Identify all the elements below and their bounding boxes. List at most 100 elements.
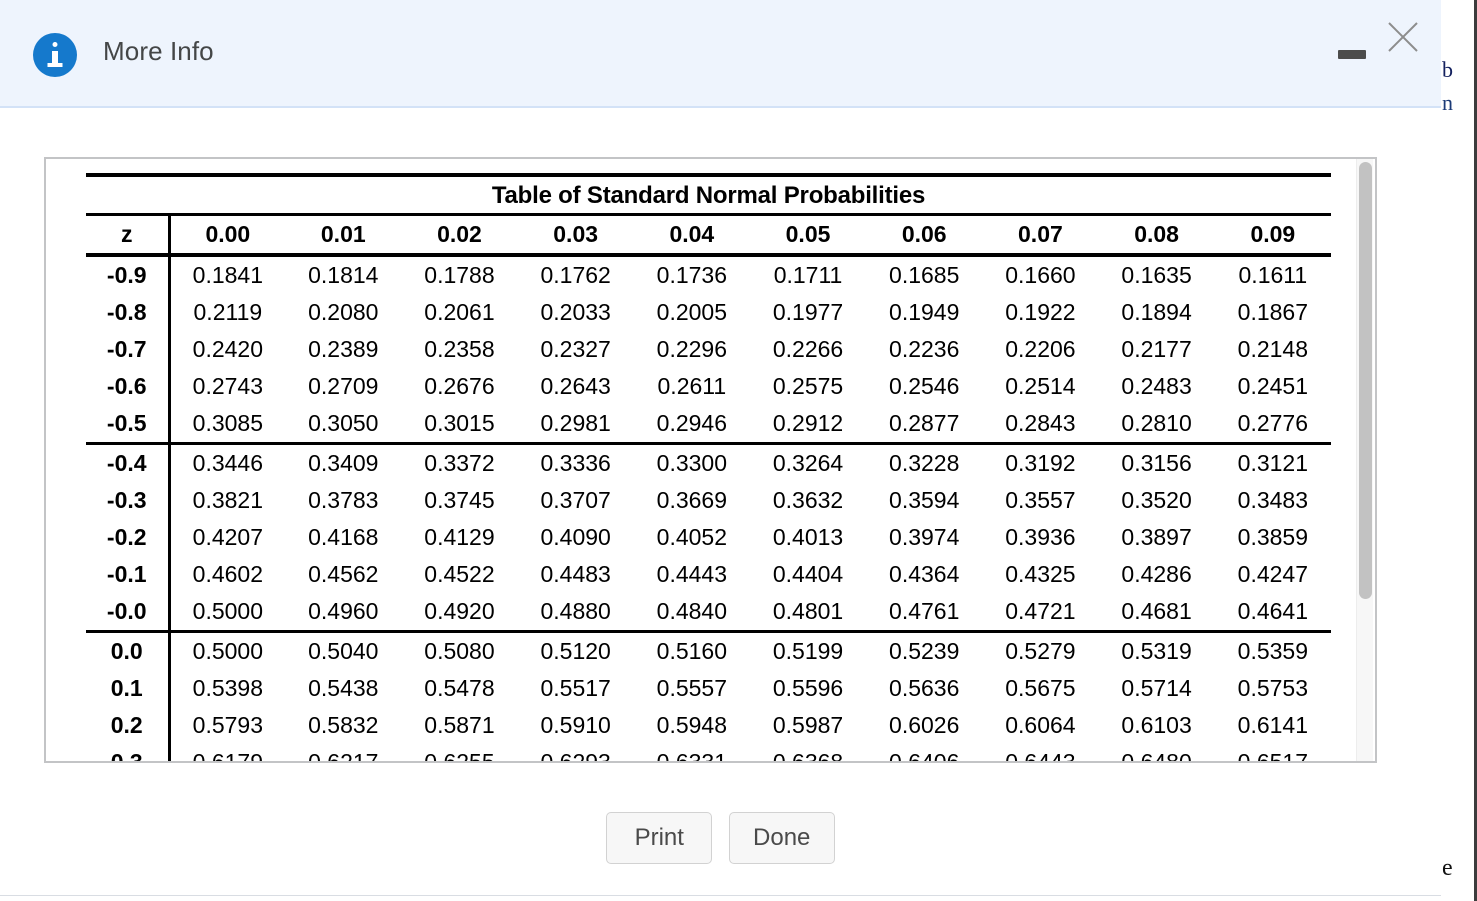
dialog-footer: Print Done — [0, 812, 1441, 864]
probability-cell: 0.5160 — [656, 638, 728, 664]
probability-cell: 0.6368 — [772, 749, 844, 763]
table-row: 0.3 0.6179 0.6217 0.6255 0.6293 0.6331 0.6368 0… — [86, 744, 1331, 763]
print-button[interactable]: Print — [606, 812, 713, 864]
probability-cell: 0.2483 — [1121, 373, 1192, 399]
probability-cell: 0.4960 — [308, 598, 379, 624]
probability-cell: 0.4286 — [1121, 561, 1192, 587]
probability-cell: 0.4602 — [192, 561, 264, 587]
probability-cell: 0.2177 — [1121, 336, 1192, 362]
probability-cell: 0.5040 — [308, 638, 379, 664]
probability-cell: 0.5793 — [192, 712, 264, 738]
probability-cell: 0.3446 — [192, 450, 264, 476]
probability-cell: 0.4129 — [424, 524, 495, 550]
probability-cell: 0.2451 — [1237, 373, 1309, 399]
table-row: -0.4 0.3446 0.3409 0.3372 0.3336 0.3300 0.3264… — [86, 445, 1331, 482]
probability-cell: 0.2743 — [192, 373, 264, 399]
probability-cell: 0.1814 — [308, 262, 379, 288]
probability-cell: 0.5398 — [192, 675, 264, 701]
row-header-z: -0.9 — [86, 257, 171, 294]
probability-cell: 0.3409 — [308, 450, 379, 476]
probability-cell: 0.2810 — [1121, 410, 1192, 436]
row-header-z: -0.3 — [86, 482, 171, 519]
probability-cell: 0.4681 — [1121, 598, 1192, 624]
vertical-scrollbar[interactable] — [1356, 159, 1373, 761]
probability-cell: 0.6480 — [1121, 749, 1192, 763]
probability-cell: 0.4641 — [1237, 598, 1309, 624]
probability-cell: 0.2611 — [657, 373, 727, 399]
probability-cell: 0.6293 — [540, 749, 611, 763]
close-icon[interactable] — [1385, 19, 1421, 55]
probability-cell: 0.3936 — [1005, 524, 1076, 550]
row-header-z: -0.4 — [86, 445, 171, 482]
probability-cell: 0.4721 — [1005, 598, 1076, 624]
probability-cell: 0.5199 — [772, 638, 844, 664]
row-header-z: -0.5 — [86, 405, 171, 444]
probability-cell: 0.5000 — [192, 638, 264, 664]
probability-cell: 0.4840 — [656, 598, 728, 624]
probability-cell: 0.3050 — [308, 410, 379, 436]
probability-cell: 0.1711 — [773, 262, 843, 288]
table-row: -0.2 0.4207 0.4168 0.4129 0.4090 0.4052 0.4013… — [86, 519, 1331, 556]
table-header-row: z 0.00 0.01 0.02 0.03 0.04 0.05 0.06 0.07 0.08 0.0… — [86, 216, 1331, 255]
probability-cell: 0.3897 — [1121, 524, 1192, 550]
probability-cell: 0.5239 — [889, 638, 960, 664]
background-text-snippet-3: e — [1442, 855, 1453, 881]
probability-cell: 0.5080 — [424, 638, 495, 664]
scrollbar-thumb[interactable] — [1359, 162, 1372, 599]
probability-cell: 0.5832 — [308, 712, 379, 738]
probability-table: z 0.00 0.01 0.02 0.03 0.04 0.05 0.06 0.07 0.08 0.0… — [86, 216, 1331, 763]
standard-normal-table: Table of Standard Normal Probabilities z… — [86, 173, 1331, 763]
probability-cell: 0.2575 — [772, 373, 844, 399]
background-text-snippet-1: b — [1442, 57, 1453, 82]
probability-cell: 0.4522 — [424, 561, 495, 587]
probability-cell: 0.4761 — [889, 598, 960, 624]
probability-cell: 0.3336 — [540, 450, 611, 476]
probability-cell: 0.3372 — [424, 450, 495, 476]
row-header-z: 0.1 — [86, 670, 171, 707]
probability-cell: 0.1611 — [1238, 262, 1308, 288]
column-header-0.07: 0.07 — [1018, 221, 1063, 247]
row-header-z: 0.2 — [86, 707, 171, 744]
probability-cell: 0.5557 — [656, 675, 728, 701]
column-header-0.08: 0.08 — [1134, 221, 1179, 247]
column-header-0.04: 0.04 — [669, 221, 715, 247]
row-header-z: -0.8 — [86, 294, 171, 331]
probability-cell: 0.2843 — [1005, 410, 1076, 436]
table-header: z 0.00 0.01 0.02 0.03 0.04 0.05 0.06 0.07 0.08 0.0… — [86, 216, 1331, 255]
probability-cell: 0.1894 — [1121, 299, 1192, 325]
row-header-z: 0.0 — [86, 633, 171, 670]
background-text-snippet-2: n — [1442, 90, 1453, 115]
row-header-z: 0.3 — [86, 744, 171, 761]
probability-cell: 0.3015 — [424, 410, 495, 436]
column-header-0.03: 0.03 — [553, 221, 599, 247]
probability-cell: 0.2389 — [308, 336, 379, 362]
probability-cell: 0.2946 — [656, 410, 728, 436]
probability-cell: 0.2061 — [424, 299, 495, 325]
probability-cell: 0.5517 — [540, 675, 611, 701]
column-header-0.05: 0.05 — [785, 221, 831, 247]
probability-cell: 0.1867 — [1237, 299, 1309, 325]
probability-cell: 0.5987 — [772, 712, 844, 738]
dialog-title: More Info — [103, 36, 214, 66]
probability-cell: 0.2643 — [540, 373, 611, 399]
row-header-z: -0.6 — [86, 368, 171, 405]
probability-cell: 0.2119 — [193, 299, 263, 325]
probability-cell: 0.3121 — [1237, 450, 1309, 476]
probability-cell: 0.4247 — [1237, 561, 1309, 587]
table-row: 0.2 0.5793 0.5832 0.5871 0.5910 0.5948 0.5987 0… — [86, 707, 1331, 744]
probability-cell: 0.2266 — [772, 336, 844, 362]
probability-cell: 0.4013 — [772, 524, 844, 550]
minimize-icon[interactable] — [1336, 36, 1370, 70]
column-header-0.02: 0.02 — [437, 221, 482, 247]
probability-cell: 0.2546 — [889, 373, 960, 399]
probability-cell: 0.6217 — [308, 749, 379, 763]
probability-cell: 0.2912 — [772, 410, 844, 436]
done-button[interactable]: Done — [728, 812, 835, 864]
dialog-titlebar: More Info — [0, 0, 1441, 108]
probability-cell: 0.5948 — [656, 712, 728, 738]
probability-cell: 0.2877 — [889, 410, 960, 436]
probability-cell: 0.4920 — [424, 598, 495, 624]
probability-cell: 0.5596 — [772, 675, 844, 701]
column-header-0.09: 0.09 — [1250, 221, 1296, 247]
table-row: -0.3 0.3821 0.3783 0.3745 0.3707 0.3669 0.3632… — [86, 482, 1331, 519]
